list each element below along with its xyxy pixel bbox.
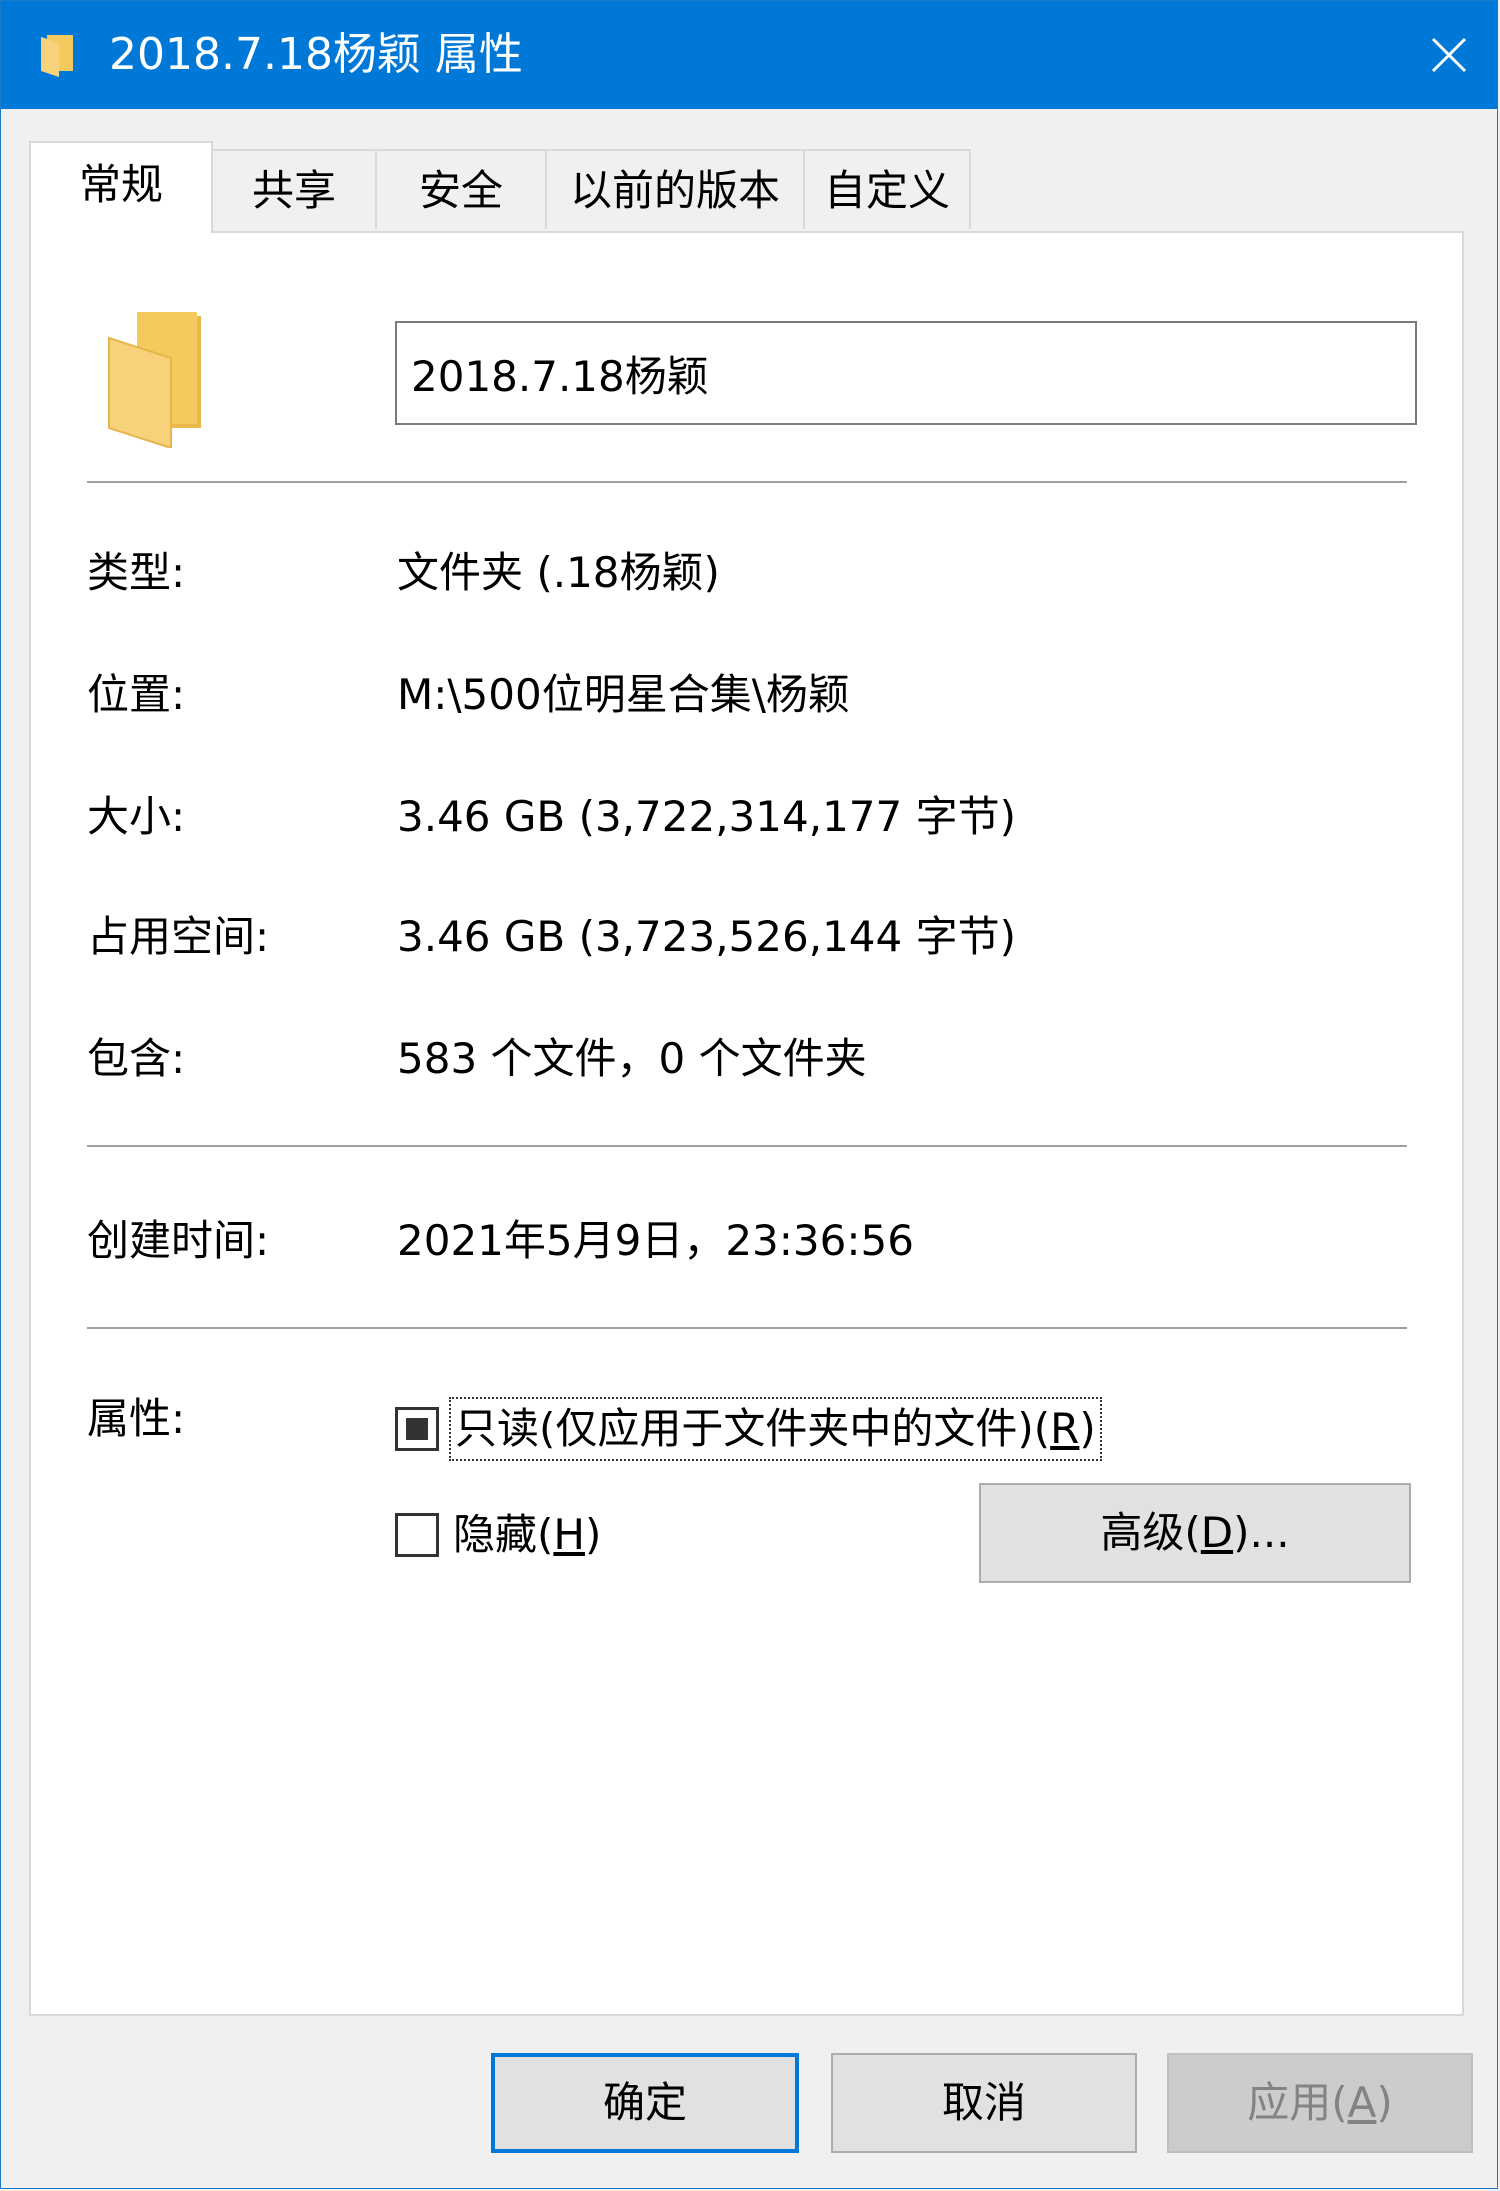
divider xyxy=(87,1145,1407,1147)
advanced-button[interactable]: 高级(D)... xyxy=(979,1483,1411,1583)
properties-dialog: 2018.7.18杨颖 属性 常规 共享 安全 以前的版本 自定义 类型: 文件… xyxy=(0,0,1498,2189)
tab-security[interactable]: 安全 xyxy=(375,149,547,229)
window-title: 2018.7.18杨颖 属性 xyxy=(109,29,523,80)
general-tab-panel: 类型: 文件夹 (.18杨颖) 位置: M:\500位明星合集\杨颖 大小: 3… xyxy=(29,231,1464,2016)
advanced-label-suffix: )... xyxy=(1233,1508,1290,1557)
hidden-label[interactable]: 隐藏(H) xyxy=(449,1505,605,1565)
tab-general[interactable]: 常规 xyxy=(29,141,213,233)
close-button[interactable] xyxy=(1401,1,1497,109)
readonly-label[interactable]: 只读(仅应用于文件夹中的文件)(R) xyxy=(449,1397,1102,1461)
type-label: 类型: xyxy=(87,548,186,597)
hidden-checkbox[interactable] xyxy=(395,1513,439,1557)
folder-name-input[interactable] xyxy=(395,321,1417,425)
cancel-button[interactable]: 取消 xyxy=(831,2053,1137,2153)
folder-icon xyxy=(108,312,201,448)
attributes-label: 属性: xyxy=(87,1394,186,1443)
size-label: 大小: xyxy=(87,792,186,841)
hidden-checkbox-row[interactable]: 隐藏(H) xyxy=(395,1505,605,1565)
type-value: 文件夹 (.18杨颖) xyxy=(397,548,720,597)
apply-button[interactable]: 应用(A) xyxy=(1167,2053,1473,2153)
ok-button[interactable]: 确定 xyxy=(491,2053,799,2153)
folder-icon xyxy=(41,35,73,77)
title-bar: 2018.7.18杨颖 属性 xyxy=(1,1,1497,109)
apply-accesskey: A xyxy=(1347,2078,1377,2127)
contains-value: 583 个文件，0 个文件夹 xyxy=(397,1034,867,1083)
apply-label-text: 应用( xyxy=(1247,2078,1348,2127)
hidden-label-suffix: ) xyxy=(584,1510,602,1559)
size-on-disk-label: 占用空间: xyxy=(87,912,270,961)
close-icon xyxy=(1431,37,1467,73)
size-on-disk-value: 3.46 GB (3,723,526,144 字节) xyxy=(397,912,1016,961)
divider xyxy=(87,481,1407,483)
tab-customize[interactable]: 自定义 xyxy=(803,149,971,229)
hidden-accesskey: H xyxy=(553,1510,585,1559)
tab-previous-versions[interactable]: 以前的版本 xyxy=(545,149,805,229)
hidden-label-text: 隐藏( xyxy=(453,1510,554,1559)
readonly-accesskey: R xyxy=(1050,1404,1080,1453)
readonly-checkbox[interactable] xyxy=(395,1407,439,1451)
contains-label: 包含: xyxy=(87,1034,186,1083)
created-label: 创建时间: xyxy=(87,1216,270,1265)
readonly-checkbox-row[interactable]: 只读(仅应用于文件夹中的文件)(R) xyxy=(395,1397,1102,1461)
location-value: M:\500位明星合集\杨颖 xyxy=(397,670,850,719)
apply-label-suffix: ) xyxy=(1376,2078,1393,2127)
created-value: 2021年5月9日，23:36:56 xyxy=(397,1216,914,1265)
readonly-label-suffix: ) xyxy=(1079,1404,1096,1453)
divider xyxy=(87,1327,1407,1329)
advanced-label-text: 高级( xyxy=(1100,1508,1201,1557)
size-value: 3.46 GB (3,722,314,177 字节) xyxy=(397,792,1016,841)
advanced-accesskey: D xyxy=(1200,1508,1234,1557)
location-label: 位置: xyxy=(87,670,186,719)
tab-sharing[interactable]: 共享 xyxy=(211,149,377,229)
readonly-label-text: 只读(仅应用于文件夹中的文件)( xyxy=(455,1404,1051,1453)
